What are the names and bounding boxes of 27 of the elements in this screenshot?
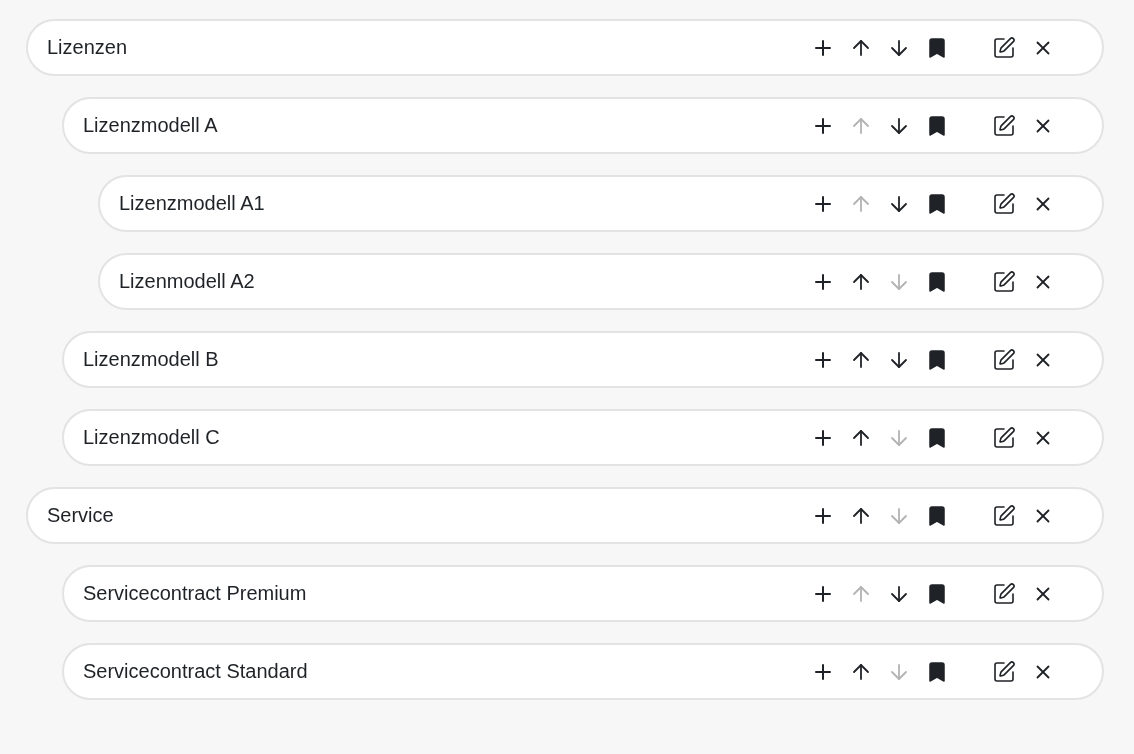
edit-icon [992,35,1016,60]
edit-button[interactable] [991,268,1017,295]
edit-icon [992,347,1016,372]
edit-button[interactable] [991,658,1017,685]
edit-button[interactable] [991,502,1017,529]
edit-icon [992,503,1016,528]
edit-button[interactable] [991,346,1017,373]
row-label: Service [47,504,114,527]
edit-icon [992,425,1016,450]
row-label: Lizenzmodell A1 [119,192,265,215]
row-label: Lizenzmodell C [83,426,220,449]
edit-button[interactable] [991,580,1017,607]
row-label: Lizenmodell A2 [119,270,255,293]
row-label: Lizenzen [47,36,128,59]
edit-icon [992,659,1016,684]
edit-button[interactable] [991,190,1017,217]
edit-icon [992,113,1016,138]
row-label: Lizenzmodell B [83,348,219,371]
edit-button[interactable] [991,424,1017,451]
edit-button[interactable] [991,112,1017,139]
edit-icon [992,581,1016,606]
row-label: Servicecontract Standard [83,660,308,683]
edit-icon [992,269,1016,294]
row-label: Servicecontract Premium [83,582,307,605]
row-label: Lizenzmodell A [83,114,218,137]
edit-button[interactable] [991,34,1017,61]
edit-icon [992,191,1016,216]
